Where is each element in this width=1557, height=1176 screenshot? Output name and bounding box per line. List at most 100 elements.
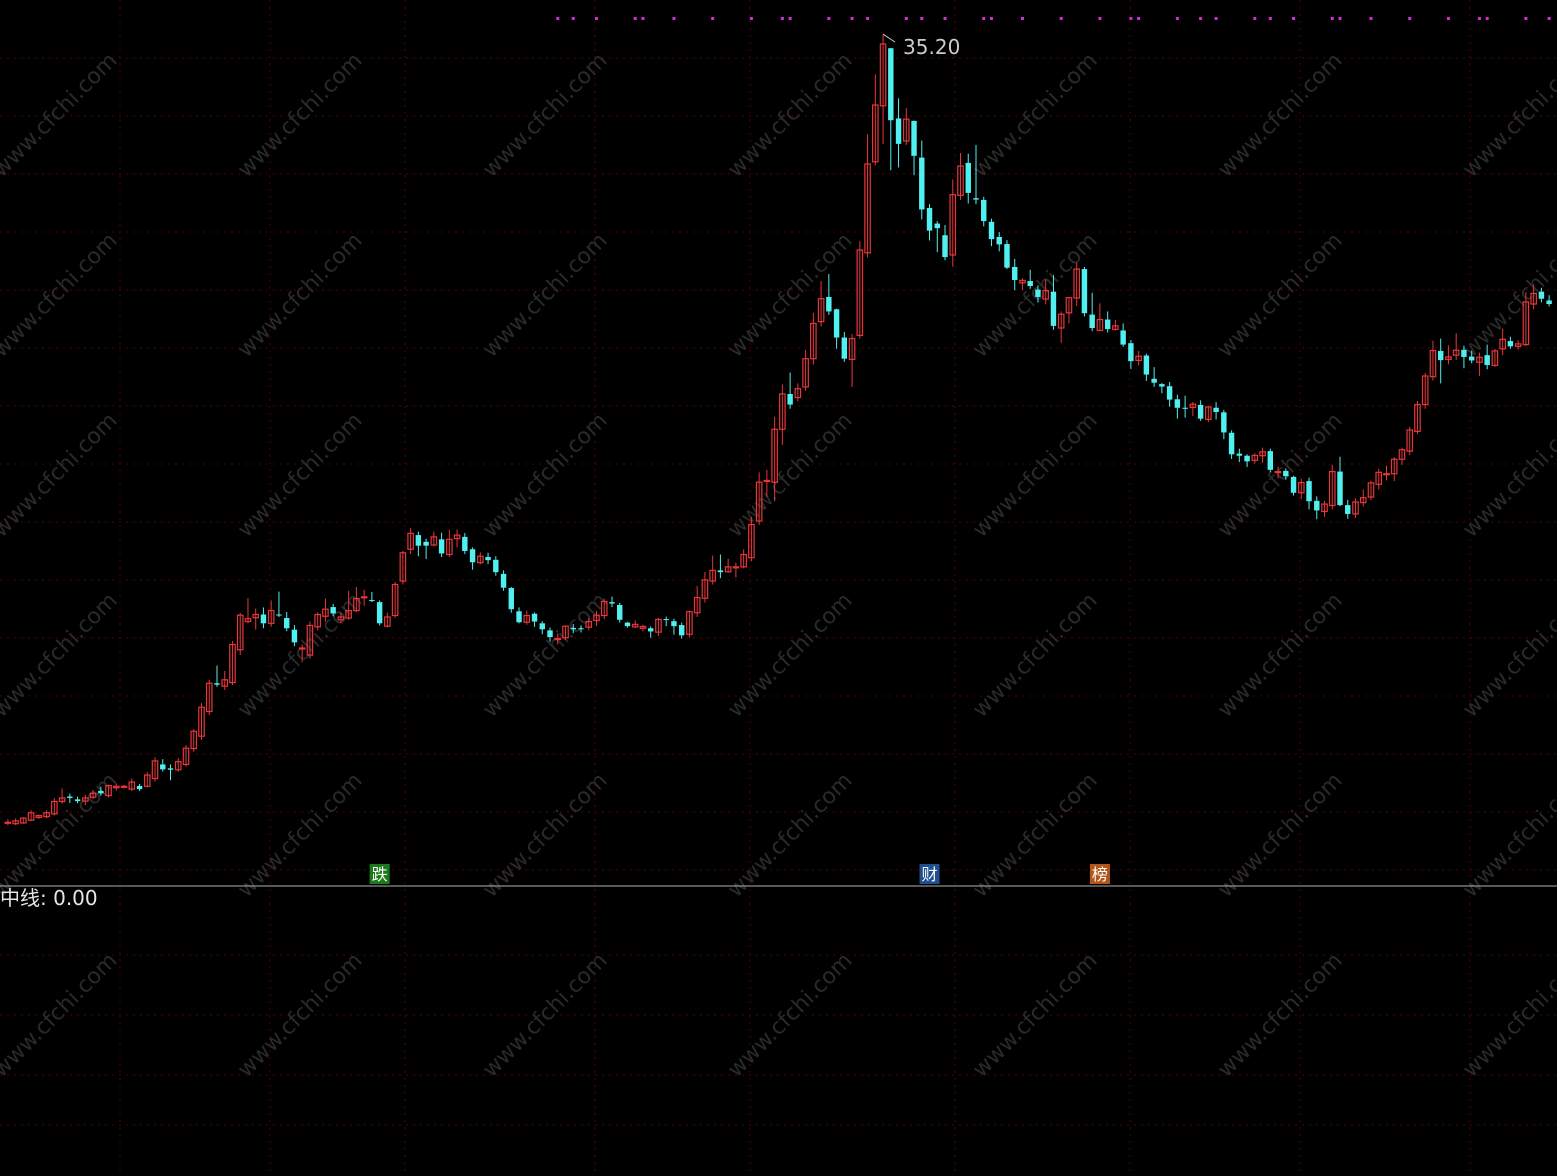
candle-body-down[interactable] bbox=[1314, 500, 1320, 511]
candle-body-down[interactable] bbox=[1035, 289, 1041, 297]
candle-body-down[interactable] bbox=[1120, 330, 1126, 345]
candle-body-down[interactable] bbox=[965, 162, 971, 193]
candle-body-down[interactable] bbox=[911, 120, 917, 156]
candle-body-down[interactable] bbox=[919, 157, 925, 210]
candle-body-down[interactable] bbox=[1306, 481, 1312, 502]
candle-body-down[interactable] bbox=[485, 556, 491, 561]
candle-body-down[interactable] bbox=[469, 549, 476, 563]
candle-body-down[interactable] bbox=[1213, 407, 1219, 412]
candle-body-down[interactable] bbox=[1228, 432, 1235, 455]
candle-body-down[interactable] bbox=[647, 628, 654, 632]
candle-body-down[interactable] bbox=[1221, 412, 1227, 433]
candle-body-down[interactable] bbox=[1468, 356, 1475, 361]
candle-body-down[interactable] bbox=[1151, 378, 1157, 383]
candle-body-down[interactable] bbox=[1236, 453, 1243, 456]
candle-body-down[interactable] bbox=[438, 539, 445, 554]
candle-body-down[interactable] bbox=[1081, 269, 1088, 314]
candle-body-down[interactable] bbox=[369, 600, 375, 602]
candle-body-down[interactable] bbox=[508, 588, 515, 610]
candle-body-down[interactable] bbox=[1004, 244, 1010, 268]
candle-body-up[interactable] bbox=[732, 566, 740, 569]
candle-body-down[interactable] bbox=[1174, 399, 1181, 408]
candle-body-down[interactable] bbox=[1538, 291, 1545, 299]
candle-body-down[interactable] bbox=[926, 208, 933, 231]
candle-body-down[interactable] bbox=[570, 627, 576, 630]
candle-body-up[interactable] bbox=[763, 479, 771, 483]
candle-body-down[interactable] bbox=[1166, 386, 1173, 400]
candle-body-down[interactable] bbox=[934, 223, 940, 229]
candle-body-down[interactable] bbox=[1337, 471, 1343, 506]
candle-body-up[interactable] bbox=[360, 596, 368, 599]
candle-body-down[interactable] bbox=[578, 628, 584, 630]
candle-body-up[interactable] bbox=[1383, 473, 1390, 476]
candle-body-down[interactable] bbox=[1244, 455, 1250, 462]
chart-canvas[interactable]: www.cfchi.com www.cfchi.com www.cfchi.com w… bbox=[0, 0, 1557, 1172]
candle-body-down[interactable] bbox=[493, 559, 499, 573]
candle-body-down[interactable] bbox=[1283, 470, 1289, 477]
candle-body-down[interactable] bbox=[214, 683, 220, 685]
candle-body-down[interactable] bbox=[531, 613, 538, 622]
candle-body-down[interactable] bbox=[1437, 350, 1444, 361]
candle-body-down[interactable] bbox=[260, 614, 267, 624]
candle-body-down[interactable] bbox=[167, 768, 174, 770]
candle-body-down[interactable] bbox=[98, 790, 104, 794]
candle-body-down[interactable] bbox=[1012, 266, 1018, 281]
candle-body-down[interactable] bbox=[1159, 384, 1165, 387]
candle-body-down[interactable] bbox=[462, 536, 468, 551]
candle-body-down[interactable] bbox=[841, 337, 848, 359]
candle-body-down[interactable] bbox=[539, 623, 545, 630]
candle-body-down[interactable] bbox=[415, 535, 422, 546]
candle-body-down[interactable] bbox=[895, 118, 902, 144]
candle-body-up[interactable] bbox=[298, 647, 306, 650]
candle-body-down[interactable] bbox=[671, 621, 677, 627]
candle-body-down[interactable] bbox=[1089, 314, 1095, 329]
candle-body-up[interactable] bbox=[554, 637, 562, 641]
candle-body-down[interactable] bbox=[617, 604, 623, 620]
candle-body-down[interactable] bbox=[826, 296, 832, 312]
candle-body-down[interactable] bbox=[1104, 319, 1111, 330]
candle-body-up[interactable] bbox=[1274, 471, 1282, 474]
candle-body-down[interactable] bbox=[888, 48, 894, 121]
candle-body-down[interactable] bbox=[1182, 407, 1188, 409]
candle-body-down[interactable] bbox=[160, 764, 166, 770]
candle-body-down[interactable] bbox=[988, 221, 995, 240]
candle-body-down[interactable] bbox=[609, 602, 615, 604]
candle-body-down[interactable] bbox=[624, 622, 631, 627]
candle-body-down[interactable] bbox=[1461, 349, 1467, 357]
candle-body-down[interactable] bbox=[283, 618, 290, 629]
candle-body-down[interactable] bbox=[516, 611, 522, 623]
candle-body-down[interactable] bbox=[330, 607, 336, 614]
candle-body-down[interactable] bbox=[376, 602, 383, 624]
candle-body-down[interactable] bbox=[787, 393, 793, 405]
candle-body-down[interactable] bbox=[423, 541, 429, 546]
candle-body-down[interactable] bbox=[74, 799, 81, 802]
candle-body-down[interactable] bbox=[1290, 476, 1297, 493]
candle-body-down[interactable] bbox=[996, 236, 1002, 245]
candle-body-down[interactable] bbox=[1143, 355, 1150, 375]
candle-body-down[interactable] bbox=[291, 629, 298, 643]
candle-body-down[interactable] bbox=[136, 785, 143, 790]
candle-body-down[interactable] bbox=[1128, 343, 1134, 362]
candle-body-down[interactable] bbox=[1267, 451, 1274, 470]
candle-body-down[interactable] bbox=[717, 570, 724, 573]
candle-body-down[interactable] bbox=[67, 796, 73, 798]
candle-body-up[interactable] bbox=[4, 821, 12, 824]
candle-body-down[interactable] bbox=[1345, 505, 1351, 514]
candle-body-down[interactable] bbox=[833, 309, 840, 338]
candle-body-down[interactable] bbox=[981, 199, 987, 222]
candle-body-down[interactable] bbox=[1027, 281, 1033, 287]
candle-body-down[interactable] bbox=[1507, 341, 1514, 347]
candle-body-down[interactable] bbox=[547, 630, 553, 638]
stock-chart[interactable]: www.cfchi.com www.cfchi.com www.cfchi.com w… bbox=[0, 0, 1557, 1172]
candle-body-down[interactable] bbox=[1546, 300, 1552, 305]
candle-body-down[interactable] bbox=[678, 625, 685, 636]
candle-body-down[interactable] bbox=[942, 235, 948, 258]
candle-body-down[interactable] bbox=[1050, 291, 1057, 326]
candle-body-down[interactable] bbox=[500, 573, 507, 588]
candle-body-down[interactable] bbox=[663, 619, 669, 621]
candle-body-down[interactable] bbox=[1197, 404, 1204, 419]
candle-body-down[interactable] bbox=[1484, 355, 1490, 366]
candle-body-down[interactable] bbox=[973, 198, 979, 200]
candle-body-up[interactable] bbox=[120, 785, 128, 788]
candle-body-down[interactable] bbox=[276, 614, 282, 616]
